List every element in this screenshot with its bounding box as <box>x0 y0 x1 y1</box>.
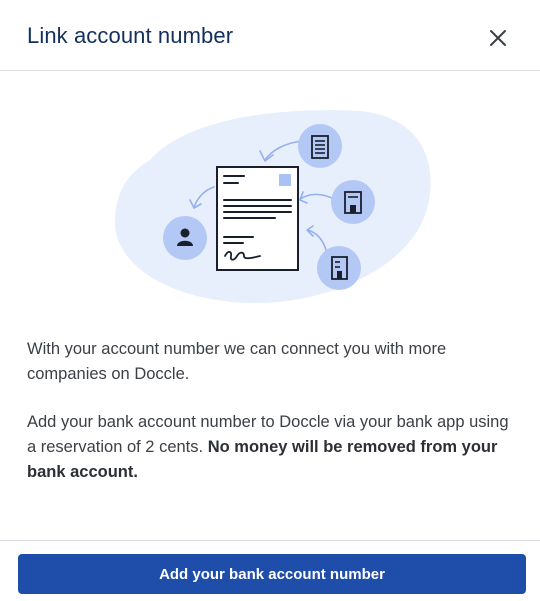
close-icon <box>490 30 506 46</box>
info-paragraph: With your account number we can connect … <box>27 340 447 383</box>
dialog-footer: Add your bank account number <box>0 540 540 601</box>
reservation-paragraph: Add your bank account number to Doccle v… <box>27 410 517 485</box>
close-button[interactable] <box>484 24 512 52</box>
document-icon <box>216 166 299 271</box>
account-illustration <box>115 110 431 304</box>
person-icon <box>163 216 207 260</box>
dialog-title: Link account number <box>27 23 234 48</box>
link-account-dialog: Link account number With your account nu… <box>0 0 540 601</box>
add-bank-account-button[interactable]: Add your bank account number <box>18 554 526 594</box>
building-icon <box>331 180 375 224</box>
building-icon <box>298 124 342 168</box>
building-icon <box>317 246 361 290</box>
dialog-header: Link account number <box>0 0 540 71</box>
